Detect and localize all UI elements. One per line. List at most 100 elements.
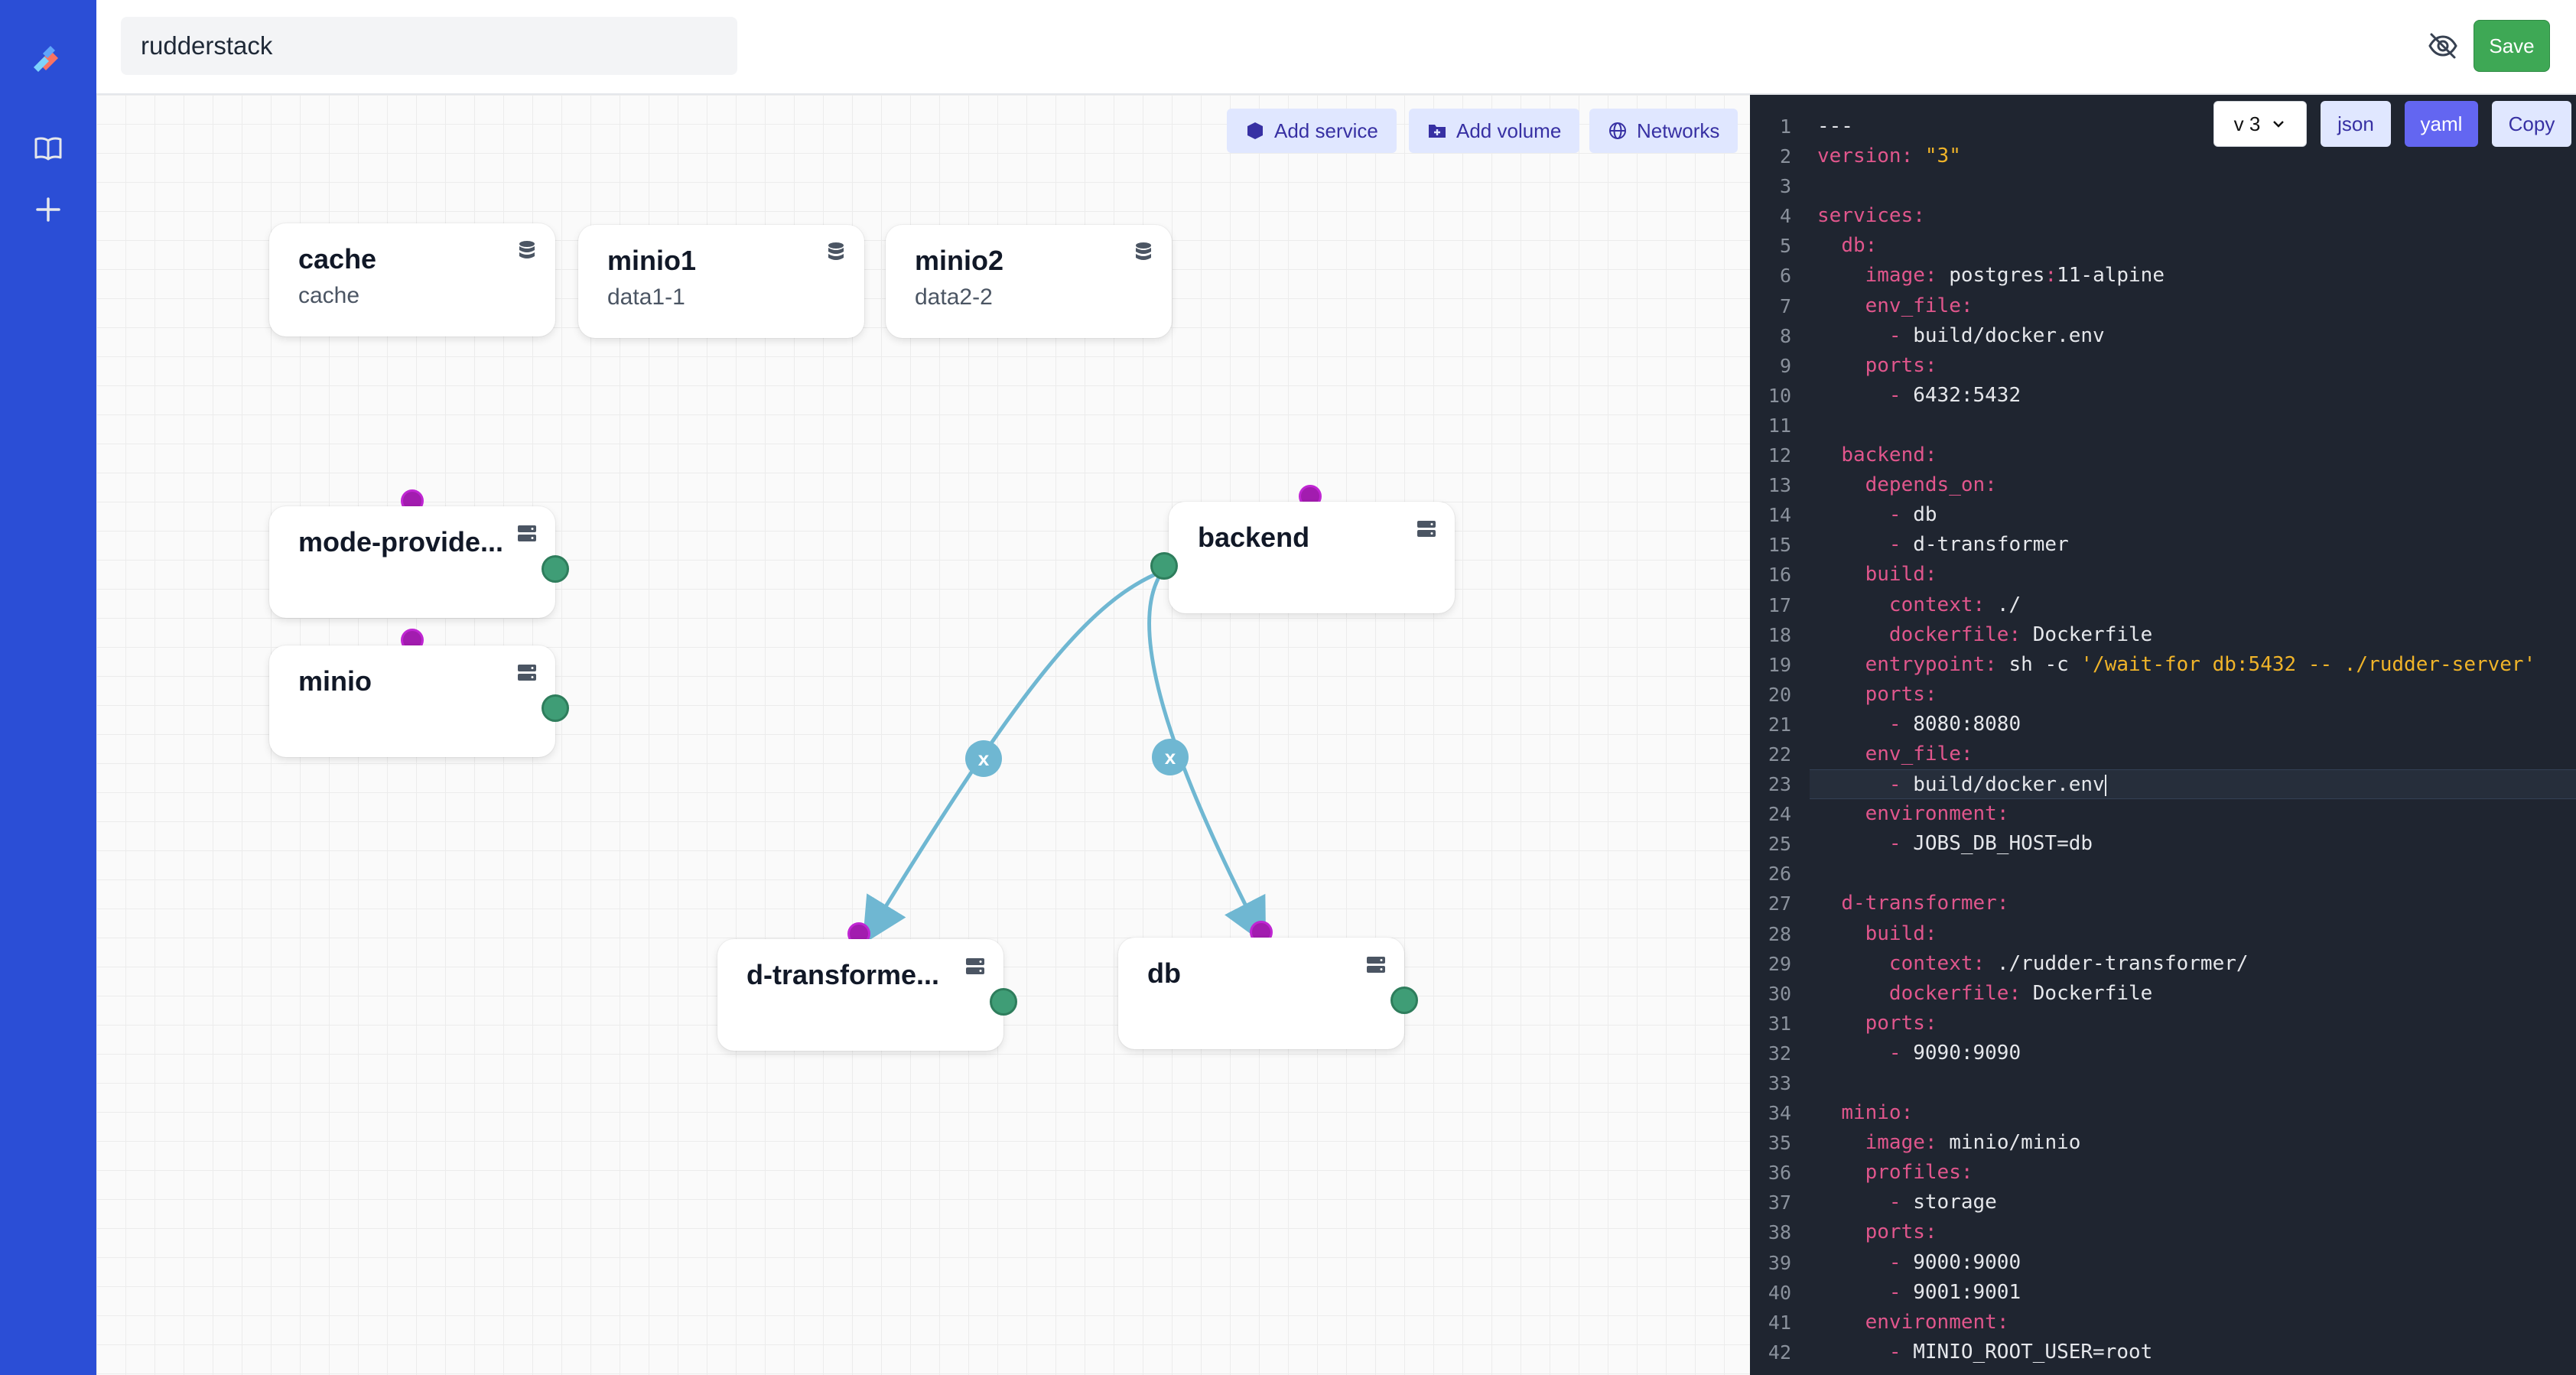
- volume-subtitle: cache: [298, 283, 360, 308]
- code-line: environment:: [1865, 1310, 2009, 1334]
- volume-name: minio1: [607, 245, 697, 276]
- code-line: - 8080:8080: [1888, 712, 2021, 736]
- code-line: ports:: [1865, 682, 1937, 706]
- version-label: v 3: [2233, 112, 2261, 135]
- code-line: env_file:: [1865, 294, 1973, 317]
- text-cursor: [2104, 774, 2106, 796]
- code-line: image: minio/minio: [1865, 1131, 2081, 1155]
- service-name: minio: [298, 665, 372, 697]
- save-button[interactable]: Save: [2474, 20, 2550, 72]
- database-icon: [519, 241, 535, 258]
- code-line: build:: [1865, 922, 1937, 945]
- code-line: depends_on:: [1865, 473, 1997, 497]
- line-number: 18: [1768, 623, 1791, 646]
- service-node-d-transformer[interactable]: d-transforme...: [717, 939, 1003, 1051]
- volume-subtitle: data1-1: [607, 284, 685, 310]
- line-number: 17: [1768, 593, 1791, 616]
- code-line: backend:: [1841, 444, 1937, 467]
- line-number: 42: [1768, 1341, 1791, 1364]
- line-number: 19: [1768, 653, 1791, 676]
- line-number: 3: [1779, 175, 1791, 198]
- line-number: 40: [1768, 1281, 1791, 1304]
- database-icon: [1136, 242, 1151, 260]
- line-number: 24: [1768, 803, 1791, 826]
- volume-node-cache[interactable]: cache cache: [269, 223, 555, 336]
- volume-subtitle: data2-2: [915, 284, 993, 310]
- line-number: 2: [1779, 145, 1791, 168]
- json-format-button[interactable]: json: [2321, 101, 2391, 147]
- code-line: services:: [1817, 204, 1925, 228]
- code-editor[interactable]: 1 2 3 4 5 6 7 8 9 10 11 12 13 14 15 16 17 18 19 20 21 22 23 24 2…: [1750, 95, 2576, 1375]
- line-number: 9: [1779, 354, 1791, 377]
- code-line: image: postgres:11-alpine: [1865, 264, 2165, 288]
- line-number: 10: [1768, 384, 1791, 407]
- output-port[interactable]: [1390, 987, 1418, 1014]
- copy-button[interactable]: Copy: [2492, 101, 2571, 147]
- service-name: backend: [1198, 522, 1310, 553]
- line-number: 12: [1768, 444, 1791, 467]
- code-line: - 9090:9090: [1888, 1041, 2021, 1065]
- server-icon: [518, 665, 536, 681]
- service-node-backend[interactable]: backend: [1169, 502, 1455, 613]
- volume-name: cache: [298, 243, 377, 275]
- line-number: 37: [1768, 1191, 1791, 1214]
- code-line: env_file:: [1865, 742, 1973, 766]
- line-number: 15: [1768, 534, 1791, 557]
- line-number: 38: [1768, 1221, 1791, 1244]
- code-line: - build/docker.env: [1888, 323, 2105, 347]
- code-line: context: ./rudder-transformer/: [1888, 951, 2249, 975]
- docs-book-icon[interactable]: [28, 128, 68, 168]
- code-line: - d-transformer: [1888, 533, 2069, 557]
- volume-node-minio1[interactable]: minio1 data1-1: [578, 225, 864, 338]
- line-number: 35: [1768, 1132, 1791, 1155]
- remove-edge-button[interactable]: x: [1152, 739, 1189, 775]
- eye-off-icon[interactable]: [2422, 24, 2464, 67]
- line-number: 4: [1779, 205, 1791, 228]
- chevron-down-icon: [2273, 121, 2285, 128]
- version-select[interactable]: v 3: [2213, 101, 2307, 147]
- volume-node-minio2[interactable]: minio2 data2-2: [886, 225, 1172, 338]
- line-number: 16: [1768, 564, 1791, 587]
- code-line: - 6432:5432: [1888, 383, 2021, 407]
- left-rail: [0, 0, 96, 1375]
- edge-backend-to-d-transformer[interactable]: [862, 569, 1163, 945]
- code-line: ports:: [1865, 1011, 1937, 1035]
- output-port[interactable]: [990, 988, 1017, 1016]
- code-line: context: ./: [1888, 593, 2021, 616]
- line-number: 27: [1768, 892, 1791, 915]
- code-line: - build/docker.env: [1810, 769, 2576, 800]
- service-name: mode-provide...: [298, 526, 504, 557]
- code-line: minio:: [1841, 1101, 1914, 1125]
- code-line: - db: [1888, 503, 1937, 527]
- app-logo-icon[interactable]: [28, 40, 67, 80]
- line-number: 41: [1768, 1311, 1791, 1334]
- code-line: ports:: [1865, 1221, 1937, 1244]
- code-content[interactable]: --- version: "3" services: db: image: post…: [1810, 112, 2576, 1367]
- line-number: 8: [1779, 324, 1791, 347]
- output-port[interactable]: [542, 694, 569, 722]
- service-node-mode-provider[interactable]: mode-provide...: [269, 506, 555, 618]
- line-number: 36: [1768, 1162, 1791, 1185]
- output-port[interactable]: [542, 555, 569, 583]
- line-number: 5: [1779, 235, 1791, 258]
- code-line: profiles:: [1865, 1161, 1973, 1185]
- project-name-input[interactable]: [121, 17, 737, 75]
- yaml-format-button[interactable]: yaml: [2405, 101, 2478, 147]
- graph-canvas[interactable]: Add service Add volume Networks x x cach…: [96, 95, 1750, 1375]
- service-name: d-transforme...: [746, 959, 940, 990]
- service-node-minio[interactable]: minio: [269, 645, 555, 757]
- line-number: 30: [1768, 982, 1791, 1005]
- line-number: 22: [1768, 743, 1791, 766]
- service-node-db[interactable]: db: [1118, 938, 1404, 1049]
- line-number: 26: [1768, 863, 1791, 886]
- line-number: 14: [1768, 504, 1791, 527]
- code-line: db:: [1841, 234, 1878, 258]
- code-line: d-transformer:: [1841, 892, 2009, 915]
- remove-edge-button[interactable]: x: [965, 740, 1002, 777]
- output-port[interactable]: [1150, 552, 1178, 580]
- code-line: dockerfile: Dockerfile: [1888, 622, 2153, 646]
- add-project-plus-icon[interactable]: [28, 190, 68, 229]
- line-number: 21: [1768, 713, 1791, 736]
